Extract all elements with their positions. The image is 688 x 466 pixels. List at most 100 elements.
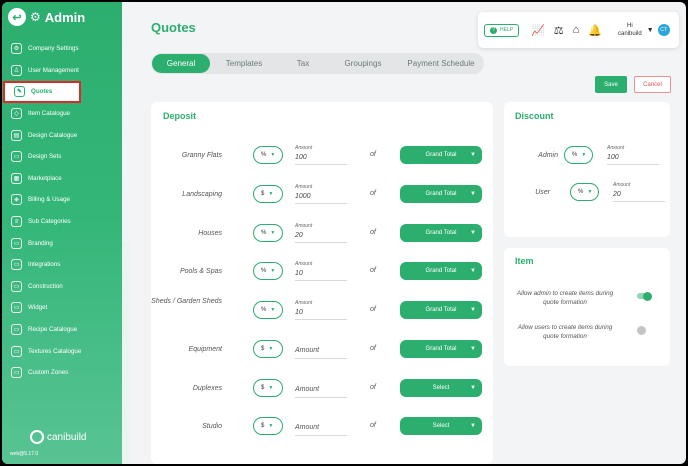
sidebar-item-design-sets[interactable]: ▭ Design Sets (2, 146, 122, 168)
item-toggle[interactable] (637, 325, 651, 335)
amount-label: Amount (295, 184, 313, 190)
chevron-down-icon: ▼ (470, 307, 476, 313)
sidebar-item-textures-catalogue[interactable]: ▭ Textures Catalogue (2, 340, 122, 362)
folder-icon: ▭ (11, 324, 22, 336)
amount-input[interactable]: Amount 20 (613, 182, 665, 202)
sidebar-item-widget[interactable]: ▭ Widget (2, 297, 122, 319)
sidebar-item-billing-usage[interactable]: ◈ Billing & Usage (2, 189, 122, 211)
unit-select[interactable]: $ ▼ (253, 417, 283, 435)
unit-select[interactable]: % ▼ (564, 146, 593, 164)
chevron-down-icon: ▼ (270, 230, 276, 236)
greeting-text: Hi (627, 23, 633, 29)
sidebar-item-integrations[interactable]: ▭ Integrations (2, 254, 122, 276)
amount-input[interactable]: Amount 20 (295, 223, 347, 243)
tab-payment-schedule[interactable]: Payment Schedule (398, 54, 484, 73)
chart-icon[interactable]: 📈 (531, 24, 545, 37)
tab-tax[interactable]: Tax (278, 54, 328, 73)
item-toggle[interactable] (637, 291, 652, 301)
list-icon: ≡ (11, 216, 22, 228)
sidebar-item-user-management[interactable]: ♙ User Management (2, 60, 122, 82)
amount-value: 100 (295, 154, 307, 161)
basis-select[interactable]: Grand Total ▼ (400, 262, 482, 280)
unit-select[interactable]: % ▼ (570, 183, 599, 201)
chevron-down-icon: ▼ (470, 152, 476, 158)
basis-select[interactable]: Grand Total ▼ (400, 224, 482, 242)
stamp-icon[interactable]: ⚖ (554, 24, 564, 37)
basis-select[interactable]: Select ▼ (400, 379, 482, 397)
bookmark-icon[interactable]: ⌂ (573, 24, 580, 36)
of-label: of (370, 229, 376, 236)
amount-placeholder: Amount (295, 424, 320, 431)
sidebar-item-recipe-catalogue[interactable]: ▭ Recipe Catalogue (2, 319, 122, 341)
gear-icon: ⚙ (11, 43, 22, 55)
amount-input[interactable]: Amount 1000 (295, 184, 347, 204)
tab-bar: General Templates Tax Groupings Payment Sche… (151, 53, 484, 74)
amount-input[interactable]: Amount (295, 339, 347, 359)
sidebar-item-label: Quotes (31, 88, 53, 96)
brand: ↩ ⚙ Admin (8, 8, 85, 26)
chevron-down-icon: ▼ (270, 152, 276, 158)
amount-input[interactable]: Amount 10 (295, 300, 347, 320)
user-icon: ♙ (11, 64, 22, 76)
basis-value: Select (432, 423, 450, 429)
sidebar-item-label: Construction (28, 282, 63, 290)
bell-icon[interactable]: 🔔 (588, 24, 602, 37)
amount-input[interactable]: Amount 10 (295, 261, 347, 281)
unit-select[interactable]: % ▼ (253, 146, 283, 164)
sidebar-item-label: Marketplace (28, 174, 62, 182)
amount-placeholder: Amount (295, 347, 320, 354)
unit-select[interactable]: % ▼ (253, 301, 283, 319)
sidebar-item-label: Item Catalogue (28, 110, 70, 118)
basis-select[interactable]: Grand Total ▼ (400, 340, 482, 358)
basis-select[interactable]: Grand Total ▼ (400, 146, 482, 164)
sidebar-item-custom-zones[interactable]: ▭ Custom Zones (2, 362, 122, 384)
app-window: ↩ ⚙ Admin ⚙ Company Settings ♙ User Managem… (2, 2, 686, 464)
chevron-down-icon: ▼ (470, 268, 476, 274)
unit-select[interactable]: % ▼ (253, 224, 283, 242)
amount-label: Amount (295, 261, 313, 267)
basis-select[interactable]: Grand Total ▼ (400, 301, 482, 319)
amount-value: 20 (613, 191, 621, 198)
help-button[interactable]: ? HELP (484, 23, 520, 37)
unit-select[interactable]: $ ▼ (253, 185, 283, 203)
of-label: of (370, 151, 376, 158)
sidebar-item-construction[interactable]: ▭ Construction (2, 276, 122, 298)
sidebar-item-quotes[interactable]: ✎ Quotes (3, 81, 81, 103)
save-button[interactable]: Save (595, 76, 627, 93)
amount-input[interactable]: Amount (295, 416, 347, 436)
chevron-down-icon[interactable]: ▼ (647, 27, 654, 34)
sidebar-item-branding[interactable]: ▭ Branding (2, 232, 122, 254)
discount-row-label: Admin (538, 152, 558, 159)
basis-select[interactable]: Select ▼ (400, 417, 482, 435)
sidebar-item-design-catalogue[interactable]: ▤ Design Catalogue (2, 124, 122, 146)
chevron-down-icon: ▼ (268, 346, 274, 352)
sidebar-item-item-catalogue[interactable]: ◇ Item Catalogue (2, 103, 122, 125)
question-icon: ? (490, 26, 497, 34)
unit-select[interactable]: $ ▼ (253, 379, 283, 397)
tab-groupings[interactable]: Groupings (328, 54, 398, 73)
deposit-row-label: Studio (202, 423, 222, 430)
avatar[interactable]: CT (657, 24, 670, 36)
chevron-down-icon: ▼ (470, 385, 476, 391)
sidebar-item-marketplace[interactable]: ▦ Marketplace (2, 168, 122, 190)
sidebar-item-company-settings[interactable]: ⚙ Company Settings (2, 38, 122, 60)
user-greeting: Hi canibuild (618, 22, 642, 38)
amount-value: 10 (295, 270, 303, 277)
back-icon[interactable]: ↩ (8, 8, 26, 26)
sidebar-item-sub-categories[interactable]: ≡ Sub Categories (2, 211, 122, 233)
cancel-button[interactable]: Cancel (634, 76, 671, 93)
amount-input[interactable]: Amount 100 (607, 145, 659, 165)
of-label: of (370, 345, 376, 352)
amount-input[interactable]: Amount 100 (295, 145, 347, 165)
unit-select[interactable]: % ▼ (253, 262, 283, 280)
deposit-row-label: Houses (198, 230, 222, 237)
basis-value: Grand Total (425, 230, 457, 236)
top-toolbar: ? HELP 📈 ⚖ ⌂ 🔔 Hi canibuild ▼ CT (478, 12, 679, 48)
gear-icon: ⚙ (30, 10, 41, 24)
of-label: of (370, 306, 376, 313)
tab-templates[interactable]: Templates (210, 54, 278, 73)
unit-select[interactable]: $ ▼ (253, 340, 283, 358)
amount-input[interactable]: Amount (295, 378, 347, 398)
basis-value: Grand Total (425, 191, 457, 197)
tab-general[interactable]: General (152, 54, 210, 73)
